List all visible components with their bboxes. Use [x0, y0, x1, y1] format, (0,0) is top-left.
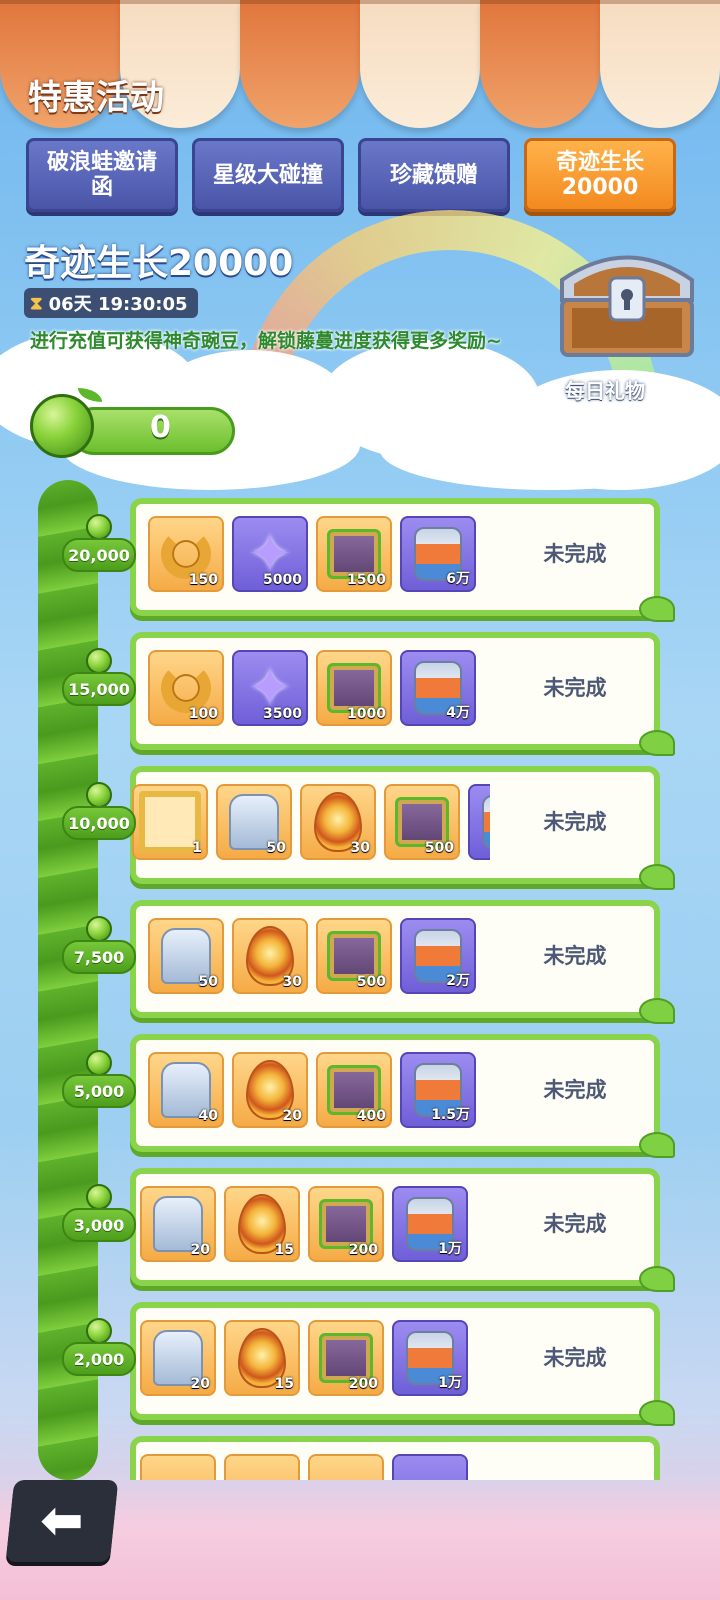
back-arrow-icon: ⬅ — [40, 1491, 84, 1551]
reward-item[interactable]: 150 — [148, 516, 224, 592]
milestone-threshold: 3,000 — [62, 1208, 136, 1242]
reward-item[interactable]: ✦ 5000 — [232, 516, 308, 592]
milestone-threshold: 5,000 — [62, 1074, 136, 1108]
reward-item[interactable]: 1万 — [392, 1186, 468, 1262]
leaf-icon — [639, 998, 675, 1024]
milestone-status: 未完成 — [543, 542, 607, 566]
reward-item[interactable]: 200 — [308, 1320, 384, 1396]
leaf-icon — [639, 1266, 675, 1292]
reward-item[interactable]: ✦ 3500 — [232, 650, 308, 726]
reward-item[interactable]: 40 — [148, 1052, 224, 1128]
pea-icon — [86, 1050, 112, 1076]
reward-item[interactable] — [468, 784, 490, 860]
reward-item[interactable]: 50 — [216, 784, 292, 860]
leaf-icon — [639, 1400, 675, 1426]
milestone-threshold: 10,000 — [62, 806, 136, 840]
milestone-status: 未完成 — [543, 1212, 607, 1236]
back-button[interactable]: ⬅ — [5, 1480, 119, 1562]
reward-item[interactable]: 20 — [140, 1186, 216, 1262]
pea-icon — [86, 1184, 112, 1210]
milestone-row: 1 50 30 500 未完成 — [130, 766, 675, 890]
milestone-status: 未完成 — [543, 1346, 607, 1370]
milestone-row: 20 15 200 1万 未完成 — [130, 1168, 675, 1292]
milestone-row: 20 15 200 1万 未完成 — [130, 1302, 675, 1426]
reward-item[interactable]: 1 — [132, 784, 208, 860]
pea-icon — [86, 514, 112, 540]
pea-icon — [86, 782, 112, 808]
leaf-icon — [639, 596, 675, 622]
reward-item[interactable]: 1500 — [316, 516, 392, 592]
reward-item[interactable] — [308, 1454, 384, 1480]
milestone-status: 未完成 — [543, 810, 607, 834]
reward-item[interactable]: 4万 — [400, 650, 476, 726]
milestone-threshold: 20,000 — [62, 538, 136, 572]
reward-item[interactable]: 15 — [224, 1186, 300, 1262]
reward-item[interactable]: 500 — [384, 784, 460, 860]
reward-item[interactable] — [392, 1454, 468, 1480]
reward-item[interactable]: 30 — [232, 918, 308, 994]
pea-icon — [86, 1318, 112, 1344]
reward-item[interactable]: 20 — [140, 1320, 216, 1396]
milestone-row: 40 20 400 1.5万 未完成 — [130, 1034, 675, 1158]
milestone-row: 150 ✦ 5000 1500 6万 未完成 — [130, 498, 675, 622]
milestone-status: 未完成 — [543, 676, 607, 700]
milestone-status: 未完成 — [543, 1078, 607, 1102]
food-can-icon — [482, 795, 490, 849]
milestone-threshold: 7,500 — [62, 940, 136, 974]
milestone-status: 未完成 — [543, 944, 607, 968]
reward-item[interactable]: 1.5万 — [400, 1052, 476, 1128]
reward-item[interactable]: 400 — [316, 1052, 392, 1128]
reward-item[interactable]: 6万 — [400, 516, 476, 592]
reward-item[interactable]: 20 — [232, 1052, 308, 1128]
milestone-list: 150 ✦ 5000 1500 6万 未完成 100 ✦ 3500 1000 4万 … — [0, 0, 720, 1480]
reward-item[interactable]: 500 — [316, 918, 392, 994]
milestone-row: 50 30 500 2万 未完成 — [130, 900, 675, 1024]
leaf-icon — [639, 864, 675, 890]
milestone-row — [130, 1436, 675, 1480]
pea-icon — [86, 916, 112, 942]
milestone-threshold: 15,000 — [62, 672, 136, 706]
reward-item[interactable] — [140, 1454, 216, 1480]
reward-item[interactable]: 1000 — [316, 650, 392, 726]
reward-item[interactable]: 100 — [148, 650, 224, 726]
reward-item[interactable]: 200 — [308, 1186, 384, 1262]
reward-item[interactable]: 1万 — [392, 1320, 468, 1396]
milestone-threshold: 2,000 — [62, 1342, 136, 1376]
pea-icon — [86, 648, 112, 674]
leaf-icon — [639, 730, 675, 756]
leaf-icon — [639, 1132, 675, 1158]
reward-item[interactable] — [224, 1454, 300, 1480]
reward-item[interactable]: 50 — [148, 918, 224, 994]
milestone-row: 100 ✦ 3500 1000 4万 未完成 — [130, 632, 675, 756]
reward-item[interactable]: 30 — [300, 784, 376, 860]
reward-item[interactable]: 2万 — [400, 918, 476, 994]
reward-item[interactable]: 15 — [224, 1320, 300, 1396]
